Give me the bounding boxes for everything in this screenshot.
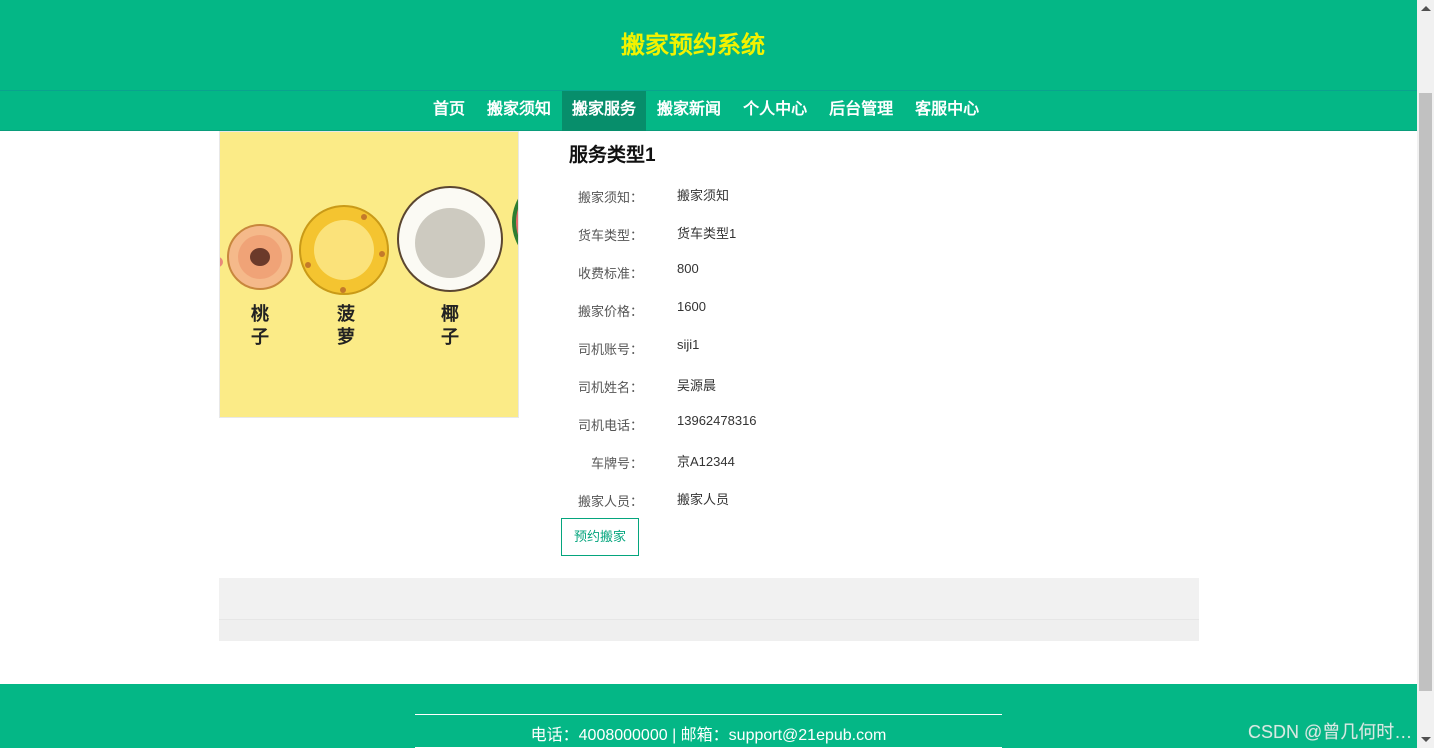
detail-label: 司机姓名： — [577, 380, 643, 395]
detail-label: 搬家须知： — [577, 190, 643, 205]
fruit-illustration: 桃 子 菠 萝 椰 子 — [220, 132, 518, 417]
detail-label: 司机账号： — [577, 342, 643, 357]
nav-item-admin[interactable]: 后台管理 — [818, 91, 904, 131]
detail-value: 吴源晨 — [677, 378, 717, 393]
content-panel-footer — [219, 620, 1199, 641]
peach-slice — [227, 224, 293, 290]
nav-item-moving-service[interactable]: 搬家服务 — [562, 91, 647, 131]
nav-item-moving-notice[interactable]: 搬家须知 — [476, 91, 562, 131]
page: 搬家预约系统 首页 搬家须知 搬家服务 搬家新闻 个人中心 后台管理 客服中心 — [0, 0, 1417, 748]
detail-value: 13962478316 — [677, 413, 757, 428]
nav-item-customer-service[interactable]: 客服中心 — [904, 91, 990, 131]
nav-item-personal-center[interactable]: 个人中心 — [732, 91, 818, 131]
detail-label: 车牌号： — [590, 456, 643, 471]
footer-divider — [415, 714, 1002, 715]
content-panel — [219, 578, 1199, 620]
vertical-scrollbar[interactable] — [1417, 0, 1434, 748]
main-nav: 首页 搬家须知 搬家服务 搬家新闻 个人中心 后台管理 客服中心 — [0, 90, 1417, 131]
svg-text:椰: 椰 — [441, 303, 459, 325]
svg-text:菠: 菠 — [337, 304, 356, 325]
service-title: 服务类型1 — [569, 145, 656, 166]
detail-value: 搬家人员 — [677, 492, 730, 507]
detail-label: 货车类型： — [577, 228, 643, 243]
detail-label: 司机电话： — [577, 418, 643, 433]
scroll-thumb[interactable] — [1419, 93, 1432, 691]
nav-item-moving-news[interactable]: 搬家新闻 — [646, 91, 732, 131]
detail-value: 京A12344 — [677, 454, 735, 469]
site-title: 搬家预约系统 — [621, 32, 765, 59]
detail-value: 搬家须知 — [677, 188, 730, 203]
footer: 电话：4008000000 | 邮箱：support@21epub.com — [0, 684, 1417, 748]
book-moving-button[interactable]: 预约搬家 — [561, 518, 639, 556]
svg-text:子: 子 — [441, 327, 459, 348]
header: 搬家预约系统 — [0, 0, 1417, 90]
svg-text:子: 子 — [251, 327, 269, 348]
service-image: 桃 子 菠 萝 椰 子 — [219, 131, 519, 418]
detail-label: 收费标准： — [577, 266, 643, 281]
svg-text:桃: 桃 — [251, 303, 269, 325]
csdn-watermark: CSDN @曾几何时… — [1248, 722, 1413, 742]
detail-value: 1600 — [677, 299, 706, 314]
scroll-down-arrow-icon[interactable] — [1421, 737, 1431, 742]
coconut-slice — [397, 186, 503, 292]
detail-label: 搬家价格： — [577, 304, 643, 319]
scroll-up-arrow-icon[interactable] — [1421, 6, 1431, 11]
nav-item-home[interactable]: 首页 — [422, 91, 476, 131]
svg-text:萝: 萝 — [337, 326, 355, 348]
detail-value: 货车类型1 — [677, 226, 737, 241]
detail-label: 搬家人员： — [577, 494, 643, 509]
detail-value: siji1 — [677, 337, 700, 352]
detail-value: 800 — [677, 261, 699, 276]
pineapple-slice — [299, 205, 389, 295]
footer-contact: 电话：4008000000 | 邮箱：support@21epub.com — [530, 727, 887, 744]
